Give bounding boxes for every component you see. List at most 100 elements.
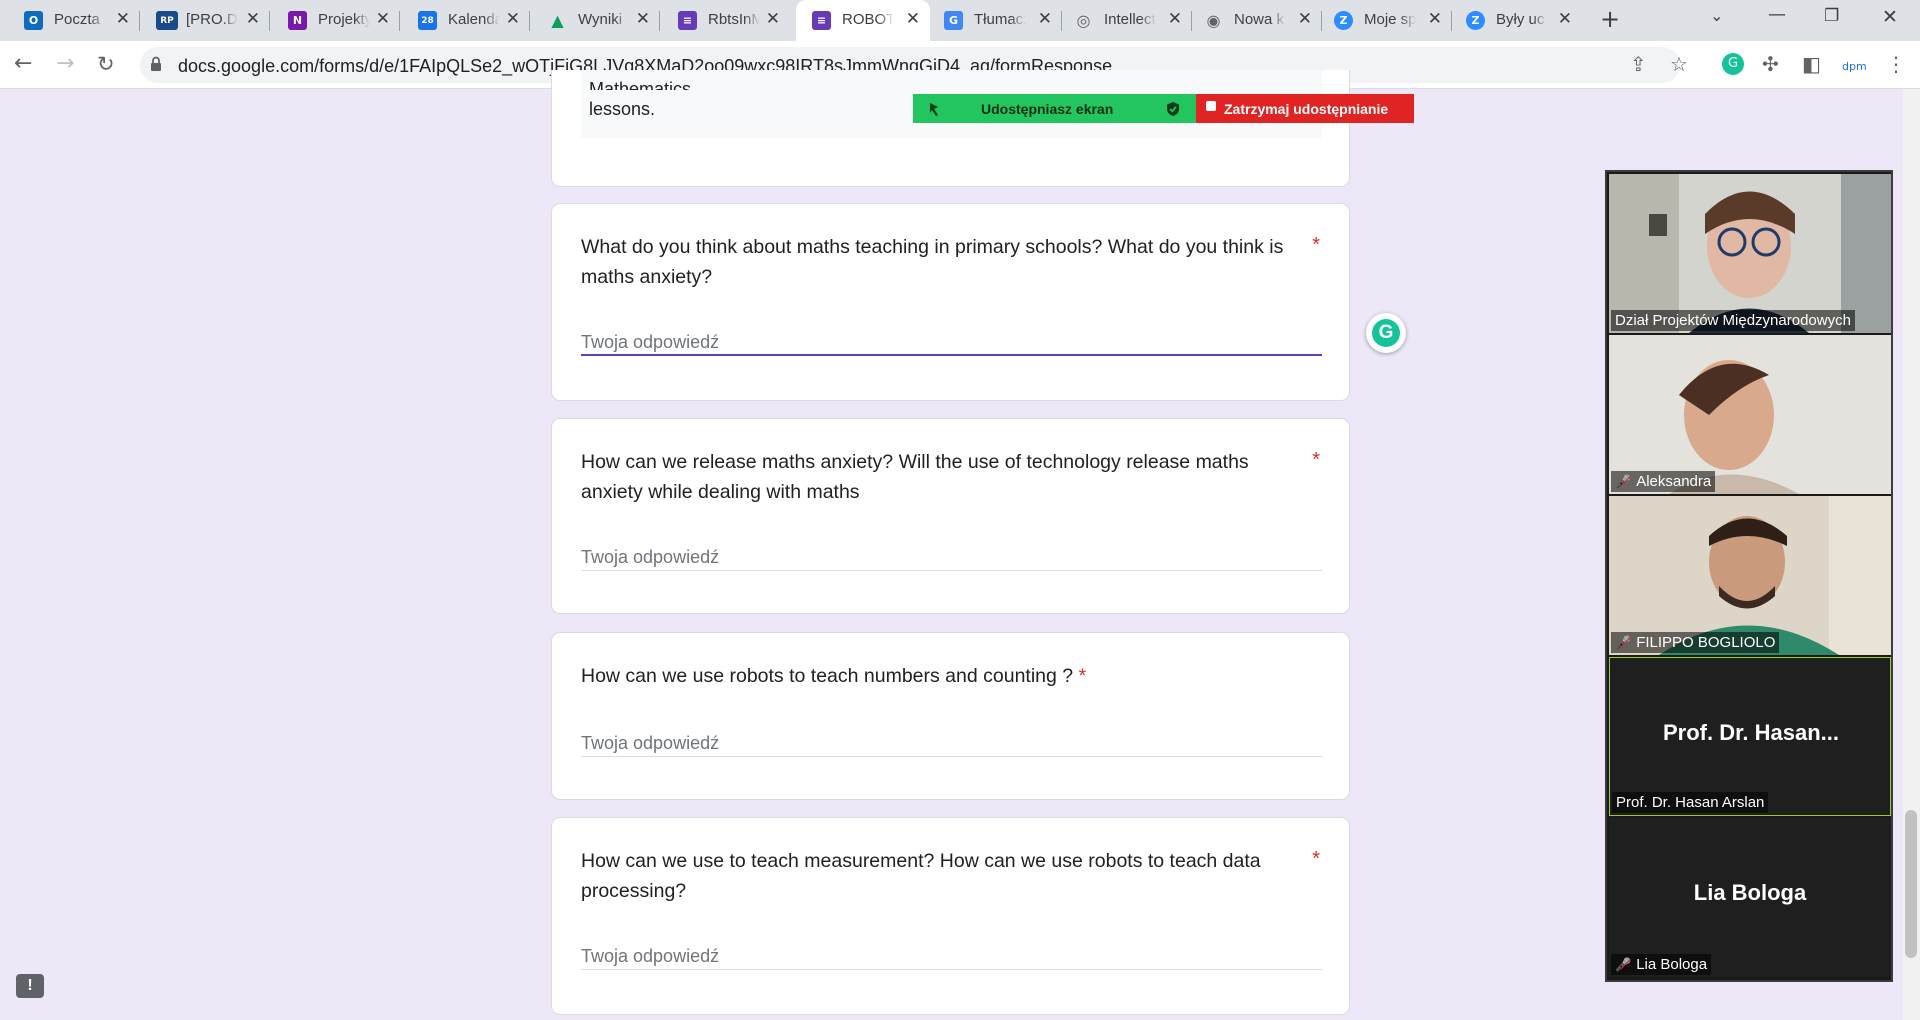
tab-label: Projekty <box>318 11 370 28</box>
forward-button[interactable]: → <box>56 51 74 77</box>
lock-icon[interactable] <box>150 56 162 72</box>
tab-search-chevron-icon[interactable]: ⌄ <box>1710 6 1723 25</box>
previous-answer-text: lessons. <box>589 99 656 119</box>
back-button[interactable]: ← <box>14 51 32 77</box>
forms-icon: ≡ <box>812 11 831 30</box>
tab-intellect[interactable]: ◎ Intellect ✕ <box>1062 0 1192 41</box>
participant-name-label: 🎤̸ FILIPPO BOGLIOLO <box>1611 632 1780 653</box>
stop-sharing-button[interactable]: Zatrzymaj udostępnianie <box>1196 94 1414 123</box>
muted-mic-icon: 🎤̸ <box>1615 636 1632 651</box>
required-asterisk: * <box>1312 234 1320 256</box>
tab-label: Poczta <box>54 11 100 28</box>
close-tab-icon[interactable]: ✕ <box>376 9 390 29</box>
grammarly-icon: G <box>1372 319 1400 347</box>
report-problem-icon[interactable]: ! <box>16 974 44 998</box>
restore-button[interactable]: ❐ <box>1824 6 1839 26</box>
tab-kalendarz[interactable]: 28 Kalendarz ✕ <box>400 0 530 41</box>
tab-poczta[interactable]: O Poczta ✕ <box>0 0 140 41</box>
muted-mic-icon: 🎤̸ <box>1615 475 1632 490</box>
close-tab-icon[interactable]: ✕ <box>906 9 920 29</box>
question-text: How can we use robots to teach numbers a… <box>581 661 1341 691</box>
previous-answer-text: Mathematics <box>589 79 692 90</box>
close-tab-icon[interactable]: ✕ <box>1298 9 1312 29</box>
required-asterisk: * <box>1312 848 1320 870</box>
share-page-icon[interactable]: ⇪ <box>1630 52 1647 76</box>
tab-pro-d[interactable]: RP [PRO.D ✕ <box>140 0 270 41</box>
tab-label: Wyniki <box>578 11 623 28</box>
close-tab-icon[interactable]: ✕ <box>1168 9 1182 29</box>
bookmark-star-icon[interactable]: ☆ <box>1670 52 1688 76</box>
close-tab-icon[interactable]: ✕ <box>246 9 260 29</box>
calendar-icon: 28 <box>418 11 437 30</box>
tab-moje-sp[interactable]: Z Moje sp ✕ <box>1322 0 1452 41</box>
tab-tlumacz[interactable]: G Tłumacz ✕ <box>930 0 1062 41</box>
required-asterisk: * <box>1078 665 1087 687</box>
participant-name: FILIPPO BOGLIOLO <box>1636 634 1776 651</box>
sharing-indicator[interactable]: Udostępniasz ekran <box>913 94 1196 123</box>
tab-rbtsinm[interactable]: ≡ RbtsInM ✕ <box>660 0 790 41</box>
tab-nowa-karta[interactable]: ◉ Nowa k ✕ <box>1192 0 1322 41</box>
grammarly-button[interactable]: G <box>1366 313 1406 353</box>
reload-button[interactable]: ↻ <box>97 51 115 77</box>
tab-robot-active[interactable]: ≡ ROBOT ✕ <box>796 0 930 41</box>
grammarly-extension-icon[interactable]: G <box>1722 53 1744 75</box>
answer-input[interactable] <box>581 731 1322 757</box>
close-tab-icon[interactable]: ✕ <box>1038 9 1052 29</box>
tab-label: RbtsInM <box>708 11 760 28</box>
video-tile-participant-2[interactable]: 🎤̸ Aleksandra <box>1609 335 1891 494</box>
side-panel-icon[interactable]: ◧ <box>1802 52 1821 76</box>
video-tile-participant-1[interactable]: Dział Projektów Międzynarodowych <box>1609 174 1891 333</box>
tab-label: Moje sp <box>1364 11 1416 28</box>
tab-wyniki[interactable]: ▲ Wyniki ✕ <box>530 0 660 41</box>
video-tile-participant-4[interactable]: Prof. Dr. Hasan... Prof. Dr. Hasan Arsla… <box>1609 657 1891 816</box>
video-tile-participant-3[interactable]: 🎤̸ FILIPPO BOGLIOLO <box>1609 496 1891 655</box>
question-card-3: How can we use robots to teach numbers a… <box>551 632 1350 800</box>
tab-label: [PRO.D <box>186 11 238 28</box>
question-text: How can we use to teach measurement? How… <box>581 850 1261 902</box>
participant-display-name: Lia Bologa <box>1693 880 1807 905</box>
required-asterisk: * <box>1312 449 1320 471</box>
tab-projekty[interactable]: N Projekty ✕ <box>270 0 400 41</box>
question-text: How can we release maths anxiety? Will t… <box>581 451 1249 503</box>
outlook-icon: O <box>24 11 43 30</box>
profile-avatar[interactable]: dpm <box>1842 55 1867 79</box>
question-text: What do you think about maths teaching i… <box>581 236 1284 288</box>
forms-icon: ≡ <box>678 11 697 30</box>
close-tab-icon[interactable]: ✕ <box>766 9 780 29</box>
drag-handle-icon[interactable] <box>927 101 941 117</box>
close-window-button[interactable]: ✕ <box>1882 6 1898 28</box>
tab-label: ROBOT <box>842 11 894 28</box>
meeting-video-panel: Dział Projektów Międzynarodowych 🎤̸ Aleks… <box>1605 170 1893 982</box>
rp-icon: RP <box>156 11 178 30</box>
tab-strip: O Poczta ✕ RP [PRO.D ✕ N Projekty ✕ 28 K… <box>0 0 1920 41</box>
participant-display-name: Prof. Dr. Hasan... <box>1662 720 1840 745</box>
scrollbar-thumb[interactable] <box>1905 810 1917 958</box>
drive-icon: ▲ <box>551 11 564 30</box>
close-tab-icon[interactable]: ✕ <box>636 9 650 29</box>
browser-menu-icon[interactable]: ⋮ <box>1886 52 1906 76</box>
participant-name: Dział Projektów Międzynarodowych <box>1611 310 1855 331</box>
close-tab-icon[interactable]: ✕ <box>506 9 520 29</box>
answer-input[interactable] <box>581 545 1322 571</box>
question-card-2: How can we release maths anxiety? Will t… <box>551 418 1350 614</box>
sharing-label: Udostępniasz ekran <box>981 101 1114 117</box>
onenote-icon: N <box>288 11 307 30</box>
question-text-content: How can we use robots to teach numbers a… <box>581 665 1074 687</box>
shield-check-icon <box>1167 102 1179 116</box>
participant-name: Lia Bologa <box>1636 956 1708 973</box>
video-tile-participant-5[interactable]: Lia Bologa 🎤̸ Lia Bologa <box>1609 818 1891 977</box>
participant-name-label: 🎤̸ Lia Bologa <box>1611 954 1712 975</box>
tab-label: Kalendarz <box>448 11 500 28</box>
close-tab-icon[interactable]: ✕ <box>1558 9 1572 29</box>
answer-input[interactable] <box>581 944 1322 970</box>
new-tab-button[interactable]: + <box>1600 5 1620 33</box>
close-tab-icon[interactable]: ✕ <box>116 9 130 29</box>
tab-byly-uc[interactable]: Z Były uc ✕ <box>1452 0 1582 41</box>
zotero-icon: Z <box>1334 11 1353 30</box>
answer-input[interactable] <box>581 330 1322 356</box>
extensions-puzzle-icon[interactable]: ✣ <box>1762 52 1779 76</box>
participant-name: Aleksandra <box>1636 473 1712 490</box>
translate-icon: G <box>944 11 963 30</box>
close-tab-icon[interactable]: ✕ <box>1428 9 1442 29</box>
minimize-button[interactable]: — <box>1768 4 1786 25</box>
